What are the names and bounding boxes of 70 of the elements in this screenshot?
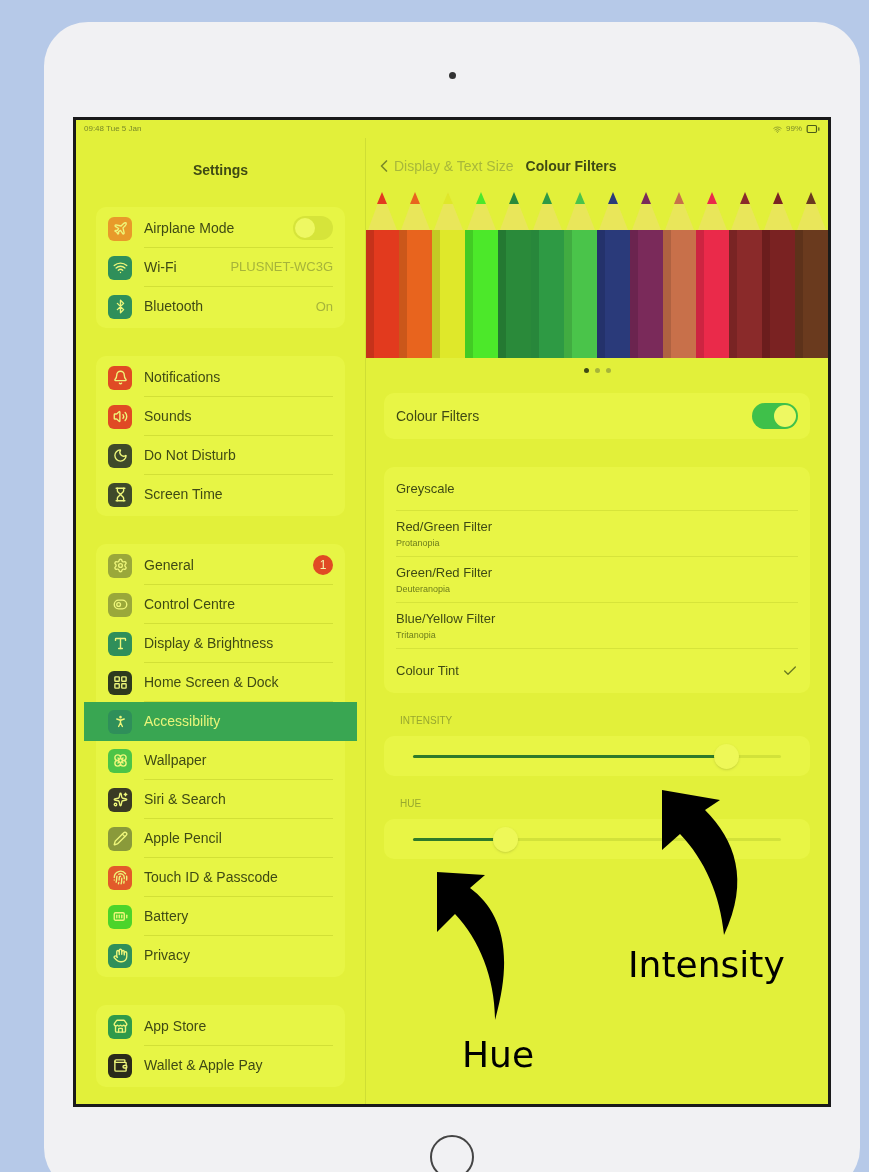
- toggle-label: Colour Filters: [396, 406, 481, 426]
- row-label: App Store: [144, 1016, 208, 1036]
- settings-row[interactable]: Airplane Mode: [96, 209, 345, 248]
- row-label: Battery: [144, 906, 190, 926]
- sidebar-title: Settings: [192, 161, 249, 180]
- wifi-signal-icon: [773, 124, 782, 134]
- row-label: Airplane Mode: [144, 218, 236, 238]
- filter-label: Green/Red Filter: [396, 564, 494, 582]
- row-label: Siri & Search: [144, 789, 227, 809]
- row-label: Accessibility: [144, 712, 222, 731]
- filter-label: Blue/Yellow Filter: [396, 610, 497, 628]
- settings-row[interactable]: Siri & Search: [96, 780, 345, 819]
- toggle-switch[interactable]: [293, 216, 333, 240]
- settings-row[interactable]: Apple Pencil: [96, 819, 345, 858]
- settings-row[interactable]: Do Not Disturb: [96, 436, 345, 475]
- row-label: Display & Brightness: [144, 633, 275, 653]
- filter-option[interactable]: Red/Green Filter Protanopia: [396, 511, 798, 557]
- settings-row[interactable]: Bluetooth On: [96, 287, 345, 326]
- slider-thumb[interactable]: [493, 826, 518, 852]
- settings-row[interactable]: Battery: [96, 897, 345, 936]
- annotation-label: Hue: [462, 1033, 535, 1077]
- filter-option[interactable]: Colour Tint: [396, 649, 798, 693]
- settings-row[interactable]: General 1: [96, 546, 345, 585]
- settings-row[interactable]: Display & Brightness: [96, 624, 345, 663]
- row-label: Control Centre: [144, 594, 237, 614]
- row-value: On: [315, 297, 333, 316]
- row-label: Touch ID & Passcode: [144, 867, 279, 887]
- page-title: Colour Filters: [525, 156, 617, 176]
- settings-row[interactable]: Wallpaper: [96, 741, 345, 780]
- row-label: Bluetooth: [144, 297, 205, 316]
- settings-row[interactable]: Screen Time: [96, 475, 345, 514]
- filter-label: Greyscale: [396, 479, 456, 498]
- home-button[interactable]: [430, 1135, 474, 1172]
- settings-row[interactable]: Notifications: [96, 358, 345, 397]
- slider-label: INTENSITY: [399, 714, 454, 728]
- row-label: Wi-Fi: [144, 257, 178, 277]
- settings-row[interactable]: Touch ID & Passcode: [96, 858, 345, 897]
- row-label: Privacy: [144, 946, 191, 965]
- annotation-label: Intensity: [628, 943, 785, 987]
- filter-option[interactable]: Blue/Yellow Filter Tritanopia: [396, 603, 798, 649]
- row-value: PLUSNET-WC3G: [230, 258, 333, 277]
- row-label: General: [144, 555, 195, 575]
- row-label: Do Not Disturb: [144, 445, 237, 465]
- status-time: 09:48 Tue 5 Jan: [84, 123, 142, 135]
- battery-icon: [806, 122, 820, 136]
- slider-thumb[interactable]: [713, 743, 739, 769]
- toggle-switch[interactable]: [752, 403, 798, 429]
- row-label: Notifications: [144, 367, 222, 387]
- filter-label: Colour Tint: [396, 662, 460, 681]
- row-label: Screen Time: [144, 485, 224, 504]
- settings-row[interactable]: Control Centre: [96, 585, 345, 624]
- battery-percent: 99%: [786, 123, 802, 135]
- filter-label: Red/Green Filter: [396, 518, 494, 536]
- filter-option[interactable]: Greyscale: [396, 467, 798, 511]
- filter-subtitle: Protanopia: [396, 536, 441, 550]
- settings-row[interactable]: Wi-Fi PLUSNET-WC3G: [96, 248, 345, 287]
- settings-row[interactable]: App Store: [96, 1007, 345, 1046]
- settings-row[interactable]: Wallet & Apple Pay: [96, 1046, 345, 1085]
- notification-badge: 1: [313, 555, 333, 575]
- row-label: Wallet & Apple Pay: [144, 1056, 264, 1075]
- row-label: Home Screen & Dock: [144, 672, 280, 692]
- filter-subtitle: Tritanopia: [396, 628, 437, 642]
- row-label: Wallpaper: [144, 750, 208, 770]
- settings-row[interactable]: Sounds: [96, 397, 345, 436]
- filter-option[interactable]: Green/Red Filter Deuteranopia: [396, 557, 798, 603]
- row-label: Sounds: [144, 406, 193, 426]
- slider-label: HUE: [399, 797, 423, 811]
- filter-subtitle: Deuteranopia: [396, 582, 452, 596]
- settings-row[interactable]: Privacy: [96, 936, 345, 975]
- row-label: Apple Pencil: [144, 828, 223, 848]
